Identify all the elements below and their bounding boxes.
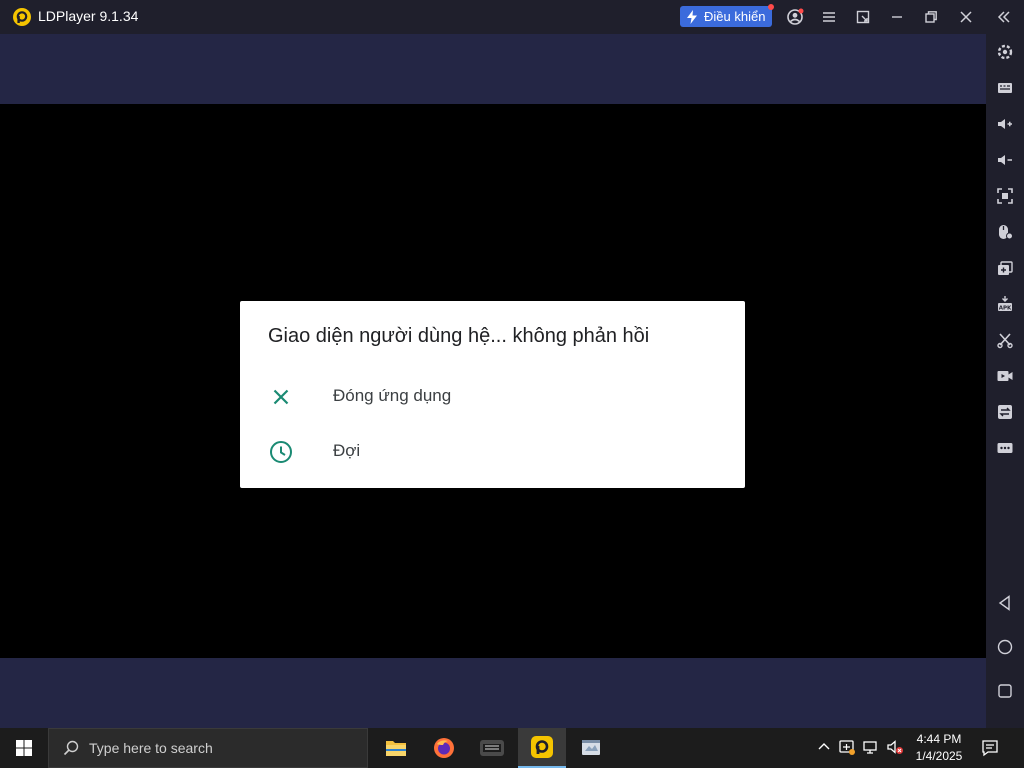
ldplayer-taskbar-icon (531, 736, 553, 758)
multi-instance-icon[interactable] (995, 258, 1015, 278)
taskbar-firefox[interactable] (420, 728, 468, 768)
control-button[interactable]: Điều khiển (680, 4, 774, 27)
wait-label: Đợi (333, 441, 361, 460)
video-record-icon[interactable] (995, 366, 1015, 386)
home-icon[interactable] (995, 637, 1015, 657)
firefox-icon (434, 738, 454, 758)
collapse-sidebar-icon[interactable] (995, 8, 1013, 26)
title-bar: LDPlayer 9.1.34 Điều khiển (0, 0, 1024, 34)
scissors-icon[interactable] (995, 330, 1015, 350)
close-icon (268, 384, 294, 410)
menu-icon[interactable] (820, 8, 838, 26)
tray-app-icon[interactable] (838, 738, 858, 758)
app-title: LDPlayer 9.1.34 (38, 8, 139, 24)
system-clock[interactable]: 4:44 PM 1/4/2025 (906, 731, 972, 765)
back-icon[interactable] (995, 593, 1015, 613)
volume-up-icon[interactable] (995, 114, 1015, 134)
wait-option[interactable]: Đợi (240, 426, 745, 476)
network-icon[interactable] (862, 738, 882, 758)
volume-muted-icon[interactable] (886, 738, 906, 758)
search-icon (63, 740, 79, 756)
account-icon[interactable] (786, 8, 804, 26)
clock-icon (268, 439, 294, 465)
taskbar-game-app[interactable] (468, 728, 516, 768)
app-not-responding-dialog: Giao diện người dùng hệ... không phản hồ… (240, 301, 745, 488)
control-button-label: Điều khiển (704, 9, 766, 24)
toolbar-sidebar: APK (986, 34, 1024, 728)
mouse-lock-icon[interactable] (995, 222, 1015, 242)
svg-text:APK: APK (999, 306, 1012, 312)
show-hidden-icons-icon[interactable] (815, 738, 835, 758)
window-app-icon (582, 740, 600, 755)
lightning-icon (687, 9, 697, 24)
ldplayer-logo-icon (13, 8, 31, 26)
sync-icon[interactable] (995, 402, 1015, 422)
taskbar-ldplayer[interactable] (518, 728, 566, 768)
ldplayer-window: LDPlayer 9.1.34 Điều khiển APK Giao diện… (0, 0, 1024, 768)
close-window-icon[interactable] (957, 8, 975, 26)
dialog-title: Giao diện người dùng hệ... không phản hồ… (268, 325, 650, 347)
taskbar-search-box[interactable]: Type here to search (48, 728, 368, 768)
windows-logo-icon (16, 740, 32, 756)
notification-center-icon[interactable] (980, 738, 1000, 758)
screen-bottom-band (0, 658, 986, 728)
close-app-option[interactable]: Đóng ứng dụng (240, 371, 745, 421)
start-button[interactable] (0, 728, 48, 768)
folder-icon (386, 741, 406, 756)
screen-top-band (0, 34, 986, 104)
settings-gear-icon[interactable] (995, 42, 1015, 62)
windows-taskbar: Type here to search 4:44 PM 1/4/2025 (0, 728, 1024, 768)
recent-apps-icon[interactable] (995, 681, 1015, 701)
more-options-icon[interactable] (995, 438, 1015, 458)
clock-date: 1/4/2025 (915, 749, 963, 763)
close-app-label: Đóng ứng dụng (333, 386, 452, 405)
taskbar-file-explorer[interactable] (372, 728, 420, 768)
game-app-icon (480, 740, 504, 756)
notification-dot (768, 4, 774, 10)
search-placeholder: Type here to search (89, 740, 213, 756)
popout-icon[interactable] (854, 8, 872, 26)
minimize-icon[interactable] (888, 8, 906, 26)
apk-install-icon[interactable]: APK (995, 294, 1015, 314)
fullscreen-icon[interactable] (995, 186, 1015, 206)
clock-time: 4:44 PM (916, 732, 962, 746)
volume-down-icon[interactable] (995, 150, 1015, 170)
taskbar-other-app[interactable] (567, 728, 615, 768)
keyboard-icon[interactable] (995, 78, 1015, 98)
restore-icon[interactable] (922, 8, 940, 26)
